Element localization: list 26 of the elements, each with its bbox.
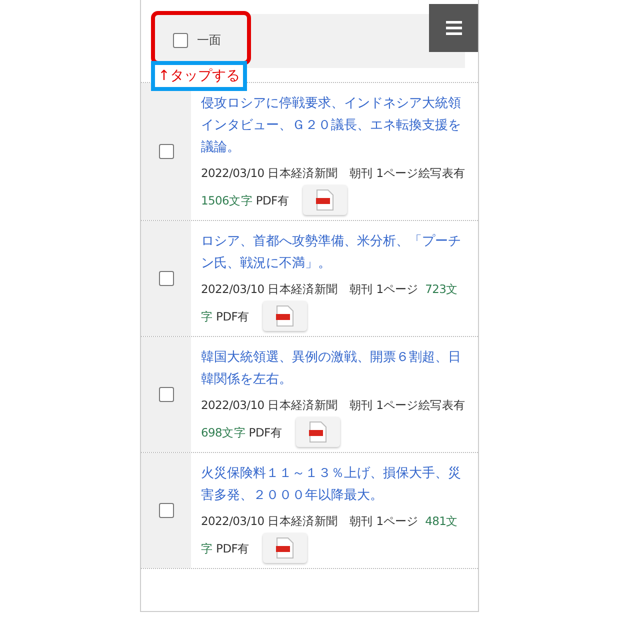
checkbox[interactable] [158,387,174,402]
checkbox[interactable] [158,503,174,518]
menu-icon [446,21,462,35]
pdf-button[interactable] [303,185,348,215]
checkbox-label: 一面 [197,32,221,48]
pdf-file-icon [316,189,334,211]
article-title-link[interactable]: 侵攻ロシアに停戦要求、インドネシア大統領インタビュー、Ｇ２０議長、エネ転換支援を議論。 [201,93,469,159]
checkbox[interactable] [158,271,174,286]
article-meta: 2022/03/10 日本経済新聞 朝刊 1ページ絵写表有 698文字 PDF有 [201,393,469,450]
article-meta: 2022/03/10 日本経済新聞 朝刊 1ページ絵写表有 1506文字 PDF有 [201,161,469,218]
pdf-file-icon [276,305,294,327]
article-title-link[interactable]: 火災保険料１１～１３％上げ、損保大手、災害多発、２０００年以降最大。 [201,463,469,507]
article-meta: 2022/03/10 日本経済新聞 朝刊 1ページ 723文字 PDF有 [201,277,469,334]
pdf-file-icon [276,537,294,559]
menu-button[interactable] [429,4,478,52]
article-meta: 2022/03/10 日本経済新聞 朝刊 1ページ 481文字 PDF有 [201,509,469,566]
pdf-button[interactable] [296,417,340,447]
pdf-button[interactable] [263,533,308,563]
article-title-link[interactable]: ロシア、首都へ攻勢準備、米分析、「プーチン氏、戦況に不満」。 [201,231,469,275]
pdf-file-icon [309,421,328,443]
pdf-button[interactable] [263,301,308,331]
checkbox[interactable] [173,32,188,48]
article-title-link[interactable]: 韓国大統領選、異例の激戦、開票６割超、日韓関係を左右。 [201,347,469,391]
tap-callout: ↑タップする [151,61,247,91]
page-one-checkbox[interactable]: 一面 [173,32,221,48]
checkbox[interactable] [158,144,174,159]
